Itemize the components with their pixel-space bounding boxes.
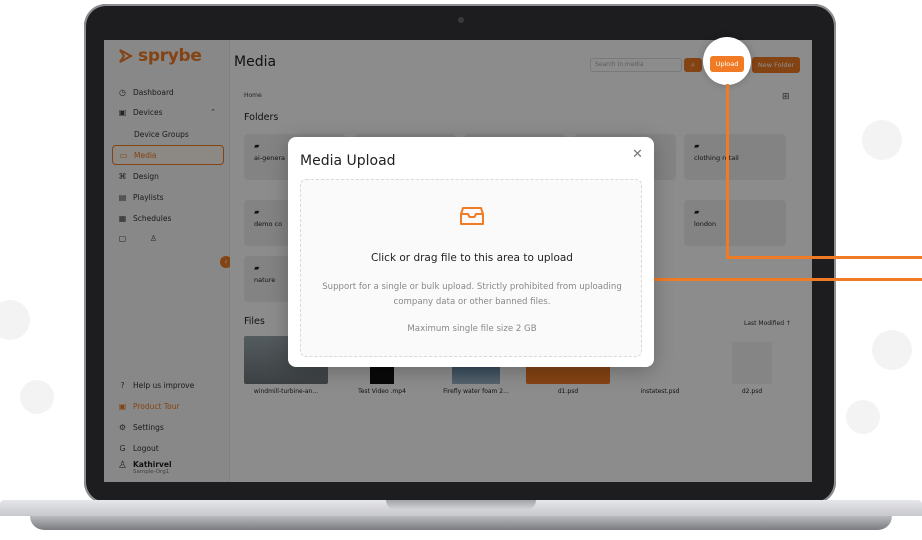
background-dot [872, 330, 912, 370]
upload-dropzone[interactable]: Click or drag file to this area to uploa… [300, 179, 642, 357]
laptop-base-bottom [30, 516, 892, 530]
callout-line [726, 256, 922, 259]
modal-title: Media Upload [300, 153, 396, 169]
background-dot [20, 380, 54, 414]
upload-button-highlighted[interactable]: Upload [710, 56, 744, 72]
laptop-base [0, 500, 922, 540]
dropzone-main-text: Click or drag file to this area to uploa… [371, 252, 573, 264]
dropzone-max-size-text: Maximum single file size 2 GB [407, 324, 537, 334]
background-dot [862, 120, 902, 160]
callout-line [654, 278, 922, 281]
dropzone-hint-text: Support for a single or bulk upload. Str… [322, 282, 622, 307]
background-dot [846, 400, 880, 434]
inbox-icon [460, 207, 484, 225]
media-upload-modal: Media Upload ✕ Click or drag file to thi… [288, 137, 654, 367]
camera [458, 17, 464, 23]
close-icon[interactable]: ✕ [632, 147, 643, 162]
laptop-notch [386, 500, 536, 510]
callout-line [726, 84, 729, 258]
background-dot [0, 300, 30, 340]
